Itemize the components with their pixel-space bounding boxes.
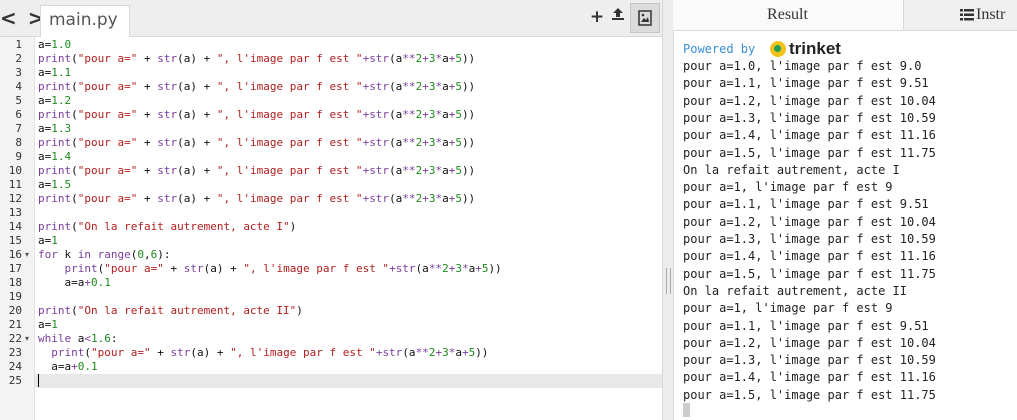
line-number: 2 — [15, 52, 22, 65]
output-line: pour a=1.4, l'image par f est 11.16 — [683, 370, 936, 385]
line-number: 1 — [15, 38, 22, 51]
add-file-icon[interactable]: + — [586, 6, 608, 28]
output-line: pour a=1.2, l'image par f est 10.04 — [683, 93, 936, 108]
tab-instructions-label: Instr — [976, 6, 1006, 23]
code-line[interactable]: while a<1.6: — [38, 332, 118, 346]
line-number: 20 — [8, 304, 22, 317]
line-number: 12 — [8, 192, 22, 205]
output-line: pour a=1.3, l'image par f est 10.59 — [683, 232, 936, 246]
code-line[interactable]: print("pour a=" + str(a) + ", l'image pa… — [38, 108, 475, 122]
upload-icon[interactable] — [607, 6, 629, 28]
code-line[interactable]: a=1.3 — [38, 122, 71, 136]
fold-toggle-icon[interactable]: ▾ — [25, 332, 29, 346]
code-line[interactable]: a=1 — [38, 318, 58, 332]
code-line[interactable]: a=a+0.1 — [38, 276, 110, 290]
line-number: 15 — [8, 234, 22, 247]
output-line: On la refait autrement, acte I — [683, 162, 900, 177]
line-number-gutter: 1 2 3 4 5 6 7 8 9 10 11 12 13 14 15 16 ▾ 17 18 19 20 21 22 ▾ 23 2… — [0, 37, 35, 420]
output-line: pour a=1.3, l'image par f est 10.59 — [683, 353, 936, 368]
output-line: pour a=1.1, l'image par f est 9.51 — [683, 318, 929, 333]
output-line: pour a=1.4, l'image par f est 11.16 — [683, 249, 936, 264]
code-line[interactable]: print("pour a=" + str(a) + ", l'image pa… — [38, 52, 475, 66]
text-cursor — [38, 374, 39, 387]
code-line[interactable]: a=1.4 — [38, 150, 71, 164]
code-line[interactable]: for k in range(0,6): — [38, 248, 171, 262]
result-tabs: Result Instr — [673, 0, 1017, 31]
line-number: 21 — [8, 318, 22, 331]
output-line: pour a=1.5, l'image par f est 11.75 — [683, 266, 936, 281]
code-line[interactable]: print("On la refait autrement, acte I") — [38, 220, 296, 234]
code-line[interactable]: a=1 — [38, 234, 58, 248]
code-line[interactable]: a=1.5 — [38, 178, 71, 192]
code-line[interactable]: print("pour a=" + str(a) + ", l'image pa… — [38, 136, 475, 150]
file-tab-main-py[interactable]: main.py — [40, 5, 130, 37]
trinket-logo-icon — [770, 41, 786, 57]
image-library-icon[interactable] — [630, 3, 660, 33]
output-line: pour a=1.5, l'image par f est 11.75 — [683, 387, 936, 402]
output-line: pour a=1, l'image par f est 9 — [683, 180, 893, 195]
line-number: 10 — [8, 164, 22, 177]
code-line[interactable]: a=1.2 — [38, 94, 71, 108]
output-line: pour a=1.2, l'image par f est 10.04 — [683, 335, 936, 350]
image-icon — [638, 10, 652, 26]
output-line: pour a=1.1, l'image par f est 9.51 — [683, 197, 929, 212]
splitter-grip-icon[interactable] — [666, 268, 671, 294]
output-line: pour a=1.4, l'image par f est 11.16 — [683, 128, 936, 143]
code-line[interactable]: print("On la refait autrement, acte II") — [38, 304, 303, 318]
line-number: 24 — [8, 360, 22, 373]
line-number: 13 — [8, 206, 22, 219]
line-number: 19 — [8, 290, 22, 303]
active-line-highlight — [35, 374, 662, 388]
file-tab-label: main.py — [49, 10, 118, 30]
output-line: pour a=1.5, l'image par f est 11.75 — [683, 145, 936, 160]
list-icon — [960, 9, 974, 21]
code-line[interactable]: print("pour a=" + str(a) + ", l'image pa… — [38, 346, 488, 360]
code-line[interactable]: print("pour a=" + str(a) + ", l'image pa… — [38, 262, 502, 276]
output-line: On la refait autrement, acte II — [683, 283, 907, 298]
line-number: 18 — [8, 276, 22, 289]
output-line: pour a=1.2, l'image par f est 10.04 — [683, 214, 936, 229]
code-line[interactable]: print("pour a=" + str(a) + ", l'image pa… — [38, 80, 475, 94]
line-number: 22 — [8, 332, 22, 345]
line-number: 3 — [15, 66, 22, 79]
line-number: 8 — [15, 136, 22, 149]
line-number: 9 — [15, 150, 22, 163]
line-number: 14 — [8, 220, 22, 233]
line-number: 11 — [8, 178, 22, 191]
line-number: 16 — [8, 248, 22, 261]
code-line[interactable]: a=1.1 — [38, 66, 71, 80]
panel-splitter[interactable] — [662, 0, 674, 420]
output-line: pour a=1, l'image par f est 9 — [683, 301, 893, 316]
line-number: 5 — [15, 94, 22, 107]
powered-by-label[interactable]: Powered by — [683, 41, 755, 57]
line-number: 6 — [15, 108, 22, 121]
tab-result[interactable]: Result — [673, 0, 902, 30]
fold-toggle-icon[interactable]: ▾ — [25, 248, 29, 262]
line-number: 25 — [8, 374, 22, 387]
output-scrollbar[interactable] — [683, 403, 690, 417]
code-line[interactable]: a=a+0.1 — [38, 360, 97, 374]
line-number: 4 — [15, 80, 22, 93]
tab-instructions[interactable]: Instr — [903, 0, 1017, 30]
code-line[interactable]: print("pour a=" + str(a) + ", l'image pa… — [38, 192, 475, 206]
output-line: pour a=1.3, l'image par f est 10.59 — [683, 110, 936, 125]
code-editor[interactable]: a=1.0 print("pour a=" + str(a) + ", l'ima… — [35, 37, 662, 420]
line-number: 23 — [8, 346, 22, 359]
line-number: 17 — [8, 262, 22, 275]
output-line: pour a=1.0, l'image par f est 9.0 — [683, 59, 922, 73]
output-line: pour a=1.1, l'image par f est 9.51 — [683, 76, 929, 91]
editor-toolbar: < > main.py + — [0, 0, 662, 37]
code-line[interactable]: a=1.0 — [38, 38, 71, 52]
trinket-brand[interactable]: trinket — [789, 39, 841, 59]
upload-arrow-icon — [612, 8, 624, 20]
line-number: 7 — [15, 122, 22, 135]
code-line[interactable]: print("pour a=" + str(a) + ", l'image pa… — [38, 164, 475, 178]
